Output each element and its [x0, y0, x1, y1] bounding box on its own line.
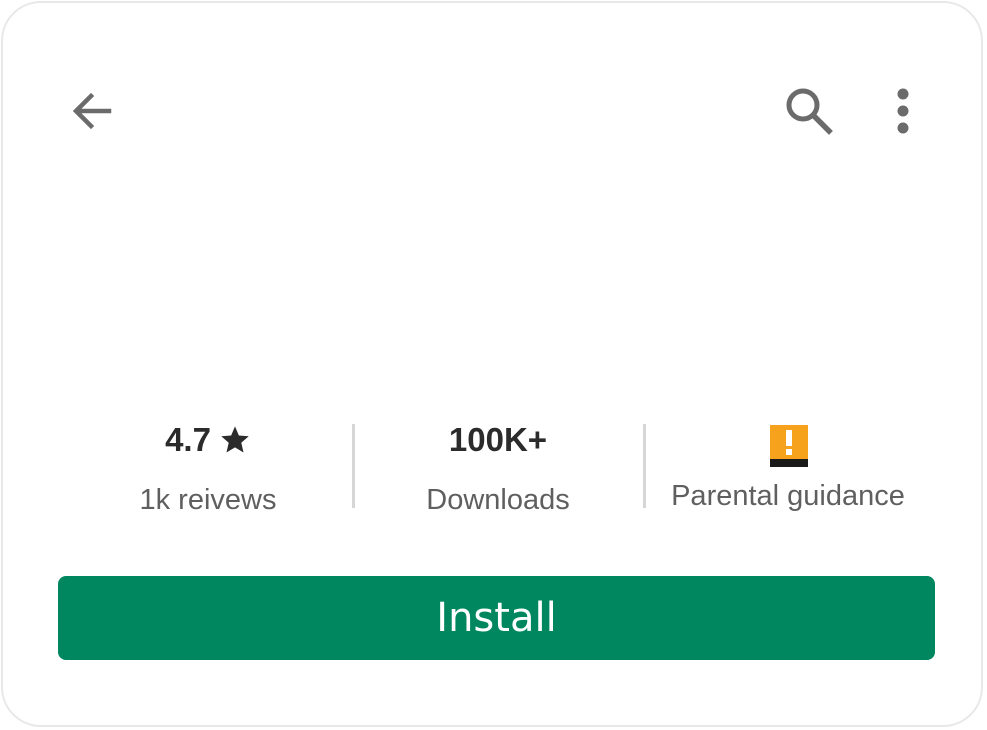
parental-guidance-badge-icon: [770, 425, 808, 467]
app-stats-row: 4.7 1k reivews 100K+ Downloads Parental …: [58, 418, 935, 528]
rating-stat[interactable]: 4.7 1k reivews: [108, 418, 308, 528]
rating-value: 4.7: [165, 421, 211, 458]
star-icon: [221, 426, 249, 453]
more-options-button[interactable]: [883, 81, 923, 141]
reviews-count-label: 1k reivews: [139, 484, 277, 516]
downloads-label: Downloads: [426, 484, 570, 516]
stat-divider: [352, 424, 355, 508]
rating-value-row: 4.7: [108, 420, 308, 460]
more-vertical-icon: [897, 88, 909, 134]
back-button[interactable]: [63, 83, 119, 139]
app-detail-card: 4.7 1k reivews 100K+ Downloads Parental …: [1, 1, 983, 727]
search-icon: [786, 88, 833, 135]
search-button[interactable]: [779, 81, 839, 141]
install-button[interactable]: Install: [58, 576, 935, 660]
arrow-left-icon: [72, 92, 112, 130]
downloads-stat: 100K+ Downloads: [398, 418, 598, 528]
content-rating-label: Parental guidance: [671, 480, 905, 512]
downloads-value: 100K+: [448, 421, 548, 458]
stat-divider: [643, 424, 646, 508]
